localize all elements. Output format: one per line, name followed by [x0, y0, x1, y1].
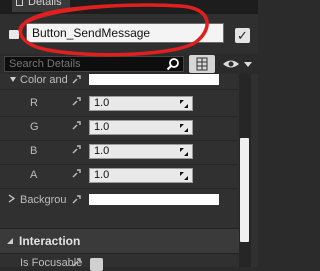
drag-spin-icon[interactable]	[179, 171, 189, 181]
interaction-section-label: Interaction	[19, 234, 81, 248]
details-tab-icon	[16, 0, 23, 6]
component-a-field[interactable]: 1.0	[89, 168, 193, 183]
chevron-right-icon[interactable]	[8, 194, 16, 203]
property-matrix-button[interactable]	[189, 55, 215, 73]
row-divider	[0, 140, 238, 141]
scrollbar-thumb[interactable]	[240, 138, 249, 242]
is-focusable-checkbox[interactable]	[90, 258, 103, 271]
drag-spin-icon[interactable]	[179, 99, 189, 109]
tab-details[interactable]: Details	[12, 0, 70, 12]
chevron-down-icon[interactable]	[9, 76, 17, 84]
widget-name-input[interactable]	[26, 23, 224, 43]
reset-to-default-icon[interactable]	[72, 74, 82, 84]
widget-type-icon	[9, 30, 19, 39]
drag-spin-icon[interactable]	[179, 147, 189, 157]
search-details-input[interactable]	[4, 56, 184, 72]
component-a-value: 1.0	[94, 169, 110, 181]
is-variable-checkbox[interactable]: ✓	[235, 28, 250, 43]
reset-to-default-icon[interactable]	[72, 144, 82, 154]
tab-details-label: Details	[28, 0, 62, 8]
background-color-label: Backgrou	[20, 194, 67, 206]
component-g-label: G	[30, 121, 39, 133]
component-g-value: 1.0	[94, 121, 110, 133]
row-divider	[0, 164, 238, 165]
interaction-section-header[interactable]: Interaction	[0, 228, 239, 254]
reset-to-default-icon[interactable]	[72, 194, 82, 204]
color-and-opacity-swatch[interactable]	[89, 74, 219, 85]
component-b-value: 1.0	[94, 145, 110, 157]
component-b-label: B	[30, 145, 38, 157]
component-r-field[interactable]: 1.0	[89, 96, 193, 111]
reset-to-default-icon[interactable]	[72, 96, 82, 106]
view-options-eye-icon[interactable]	[220, 56, 254, 72]
component-a-label: A	[30, 169, 38, 181]
color-and-opacity-label: Color and	[20, 74, 68, 86]
search-details-row	[0, 54, 258, 74]
component-b-field[interactable]: 1.0	[89, 144, 193, 159]
row-divider	[0, 116, 238, 117]
search-icon[interactable]	[166, 57, 180, 71]
row-divider	[0, 89, 238, 90]
component-g-field[interactable]: 1.0	[89, 120, 193, 135]
background-color-swatch[interactable]	[89, 194, 219, 205]
row-divider	[0, 188, 238, 189]
component-r-label: R	[30, 97, 38, 109]
reset-to-default-icon[interactable]	[72, 257, 82, 267]
grid-icon	[196, 57, 208, 71]
component-r-value: 1.0	[94, 97, 110, 109]
widget-name-row: ✓	[0, 14, 258, 54]
reset-to-default-icon[interactable]	[72, 168, 82, 178]
reset-to-default-icon[interactable]	[72, 120, 82, 130]
drag-spin-icon[interactable]	[179, 123, 189, 133]
chevron-down-icon	[7, 238, 13, 244]
